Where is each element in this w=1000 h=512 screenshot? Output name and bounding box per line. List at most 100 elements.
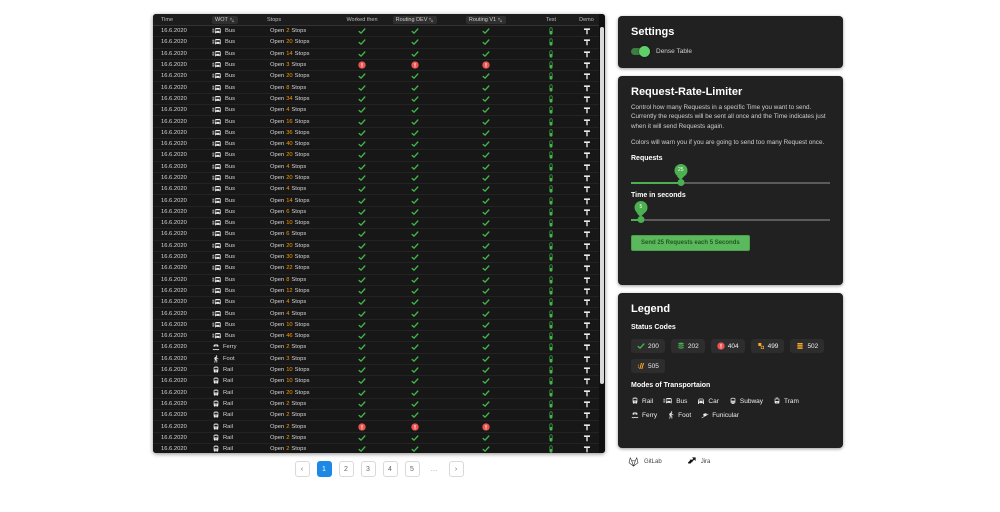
routing-v1-status [444, 310, 528, 318]
page-button-2[interactable]: 2 [339, 461, 354, 477]
time-cell: 16.6.2020 [153, 73, 207, 79]
stops-cell: Open14Stops [262, 51, 338, 57]
check-icon [411, 298, 419, 306]
requests-slider-track[interactable] [631, 182, 830, 184]
hammer-icon [583, 72, 591, 80]
stops-cell: Open36Stops [262, 130, 338, 136]
dense-table-label: Dense Table [656, 48, 692, 55]
hammer-icon [583, 310, 591, 318]
check-icon [358, 355, 366, 363]
time-cell: 16.6.2020 [153, 209, 207, 215]
routing-v1-status [444, 411, 528, 419]
check-icon [482, 343, 490, 351]
check-icon [482, 129, 490, 137]
dense-table-toggle[interactable]: Dense Table [631, 46, 830, 57]
test-cell [528, 287, 574, 295]
stops-cell: Open14Stops [262, 198, 338, 204]
status-chip-499: 499 [751, 339, 785, 353]
bus-icon [212, 151, 222, 159]
rail-icon [212, 445, 220, 453]
routing-v1-status [444, 72, 528, 80]
demo-cell [574, 197, 599, 205]
table-row: 16.6.2020BusOpen20Stops [153, 241, 605, 252]
time-slider[interactable]: 5 [631, 214, 830, 223]
prev-page-button[interactable]: ‹ [295, 461, 310, 477]
footer-link-jira[interactable]: Jira [686, 456, 711, 467]
routing-dev-status [386, 445, 444, 453]
table-body: 16.6.2020BusOpen2Stops16.6.2020BusOpen20… [153, 26, 605, 453]
page-button-3[interactable]: 3 [361, 461, 376, 477]
worked-then-status [338, 208, 386, 216]
time-cell: 16.6.2020 [153, 220, 207, 226]
requests-slider-fill [631, 182, 681, 184]
check-icon [411, 197, 419, 205]
worked-then-status [338, 230, 386, 238]
footer-link-gitlab[interactable]: GitLab [627, 455, 662, 468]
worked-then-status [338, 445, 386, 453]
requests-slider[interactable]: 25 [631, 177, 830, 186]
test-cell [528, 38, 574, 46]
stops-cell: Open10Stops [262, 322, 338, 328]
routing-v1-status [444, 355, 528, 363]
sort-button-routing-v1[interactable]: Routing V1 [466, 16, 506, 24]
time-cell: 16.6.2020 [153, 356, 207, 362]
time-label: Time in seconds [631, 192, 830, 199]
bus-icon [212, 208, 222, 216]
stops-cell: Open4Stops [262, 186, 338, 192]
scrollbar-thumb[interactable] [600, 27, 604, 384]
check-icon [411, 310, 419, 318]
check-icon [358, 50, 366, 58]
routing-dev-status [386, 219, 444, 227]
routing-v1-status [444, 106, 528, 114]
send-requests-button[interactable]: Send 25 Requests each 5 Seconds [631, 235, 750, 251]
test-cell [528, 366, 574, 374]
stops-cell: Open22Stops [262, 265, 338, 271]
page-button-5[interactable]: 5 [405, 461, 420, 477]
check-icon [411, 332, 419, 340]
chevron-left-icon: ‹ [301, 466, 303, 473]
test-cell [528, 50, 574, 58]
stops-cell: Open12Stops [262, 288, 338, 294]
time-slider-track[interactable] [631, 219, 830, 221]
worked-then-status [338, 174, 386, 182]
next-page-button[interactable]: › [449, 461, 464, 477]
settings-title: Settings [631, 26, 830, 38]
routing-dev-status [386, 208, 444, 216]
requests-slider-thumb[interactable] [677, 179, 684, 186]
check-icon [411, 118, 419, 126]
stops-cell: Open8Stops [262, 85, 338, 91]
ferry-icon [212, 343, 220, 351]
bus-icon [212, 27, 222, 35]
table-row: 16.6.2020RailOpen10Stops [153, 376, 605, 387]
sort-button-wot[interactable]: WOT [212, 16, 238, 24]
hammer-icon [583, 84, 591, 92]
check-icon [358, 163, 366, 171]
time-slider-thumb[interactable] [637, 216, 644, 223]
hammer-icon [583, 197, 591, 205]
stops-cell: Open2Stops [262, 435, 338, 441]
demo-cell [574, 389, 599, 397]
test-tube-icon [547, 185, 555, 193]
routing-v1-status [444, 253, 528, 261]
test-cell [528, 434, 574, 442]
stops-cell: Open30Stops [262, 254, 338, 260]
worked-then-status [338, 38, 386, 46]
wot-cell: Bus [207, 118, 262, 126]
test-tube-icon [547, 219, 555, 227]
wot-cell: Bus [207, 298, 262, 306]
page-button-4[interactable]: 4 [383, 461, 398, 477]
test-tube-icon [547, 197, 555, 205]
wot-cell: Bus [207, 27, 262, 35]
table-row: 16.6.2020RailOpen2Stops [153, 444, 605, 453]
test-cell [528, 174, 574, 182]
hammer-icon [583, 151, 591, 159]
check-icon [411, 400, 419, 408]
table-scrollbar[interactable] [599, 14, 605, 453]
rail-icon [212, 377, 220, 385]
transport-mode-funicular: Funicular [701, 411, 739, 419]
page-button-1[interactable]: 1 [317, 461, 332, 477]
sort-button-routing-dev[interactable]: Routing DEV [393, 16, 438, 24]
status-codes-label: Status Codes [631, 324, 830, 331]
toggle-switch-icon[interactable] [631, 46, 650, 57]
time-cell: 16.6.2020 [153, 107, 207, 113]
